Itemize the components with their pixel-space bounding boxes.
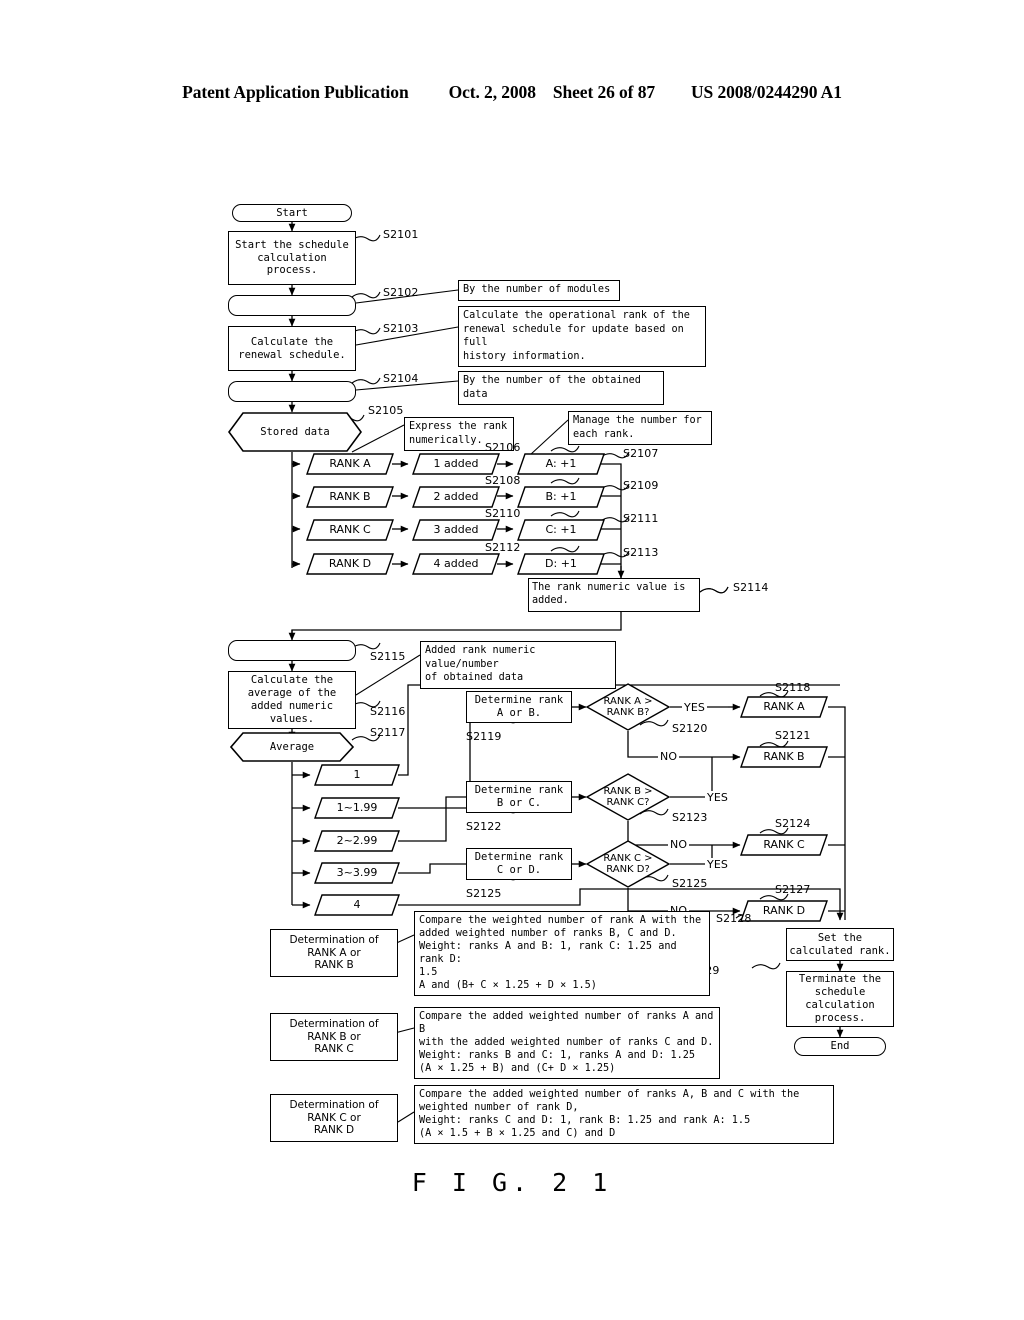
node-average-1: 1 bbox=[314, 764, 400, 786]
step-label-s2118: S2118 bbox=[775, 681, 811, 694]
node-end: End bbox=[794, 1037, 886, 1056]
figure-caption: F I G. 2 1 bbox=[411, 1168, 613, 1197]
note-calculate-operational-rank: Calculate the operational rank of the re… bbox=[458, 306, 706, 368]
step-label-s2125-a: S2125 bbox=[466, 887, 502, 900]
note-compare-ranks-abc-vs-d: Compare the added weighted number of ran… bbox=[414, 1085, 834, 1145]
branch-label-yes-ab: YES bbox=[682, 701, 707, 714]
node-loop-average bbox=[228, 640, 356, 661]
node-output-rank-b: RANK B bbox=[740, 746, 828, 768]
node-average: Average bbox=[230, 732, 354, 762]
step-label-s2113: S2113 bbox=[623, 546, 659, 559]
node-output-rank-a: RANK A bbox=[740, 696, 828, 718]
step-label-s2115: S2115 bbox=[370, 650, 406, 663]
node-1-added: 1 added bbox=[412, 453, 500, 475]
node-counter-c: C: +1 bbox=[517, 519, 605, 541]
node-calculate-renewal-schedule: Calculate the renewal schedule. bbox=[228, 326, 356, 371]
node-output-rank-d: RANK D bbox=[740, 900, 828, 922]
node-set-calculated-rank: Set the calculated rank. bbox=[786, 928, 894, 961]
step-label-s2101: S2101 bbox=[383, 228, 419, 241]
note-manage-number-each-rank: Manage the number for each rank. bbox=[568, 411, 712, 446]
note-determination-rank-c-or-d: Determination of RANK C or RANK D bbox=[270, 1094, 398, 1142]
node-rank-b-input: RANK B bbox=[306, 486, 394, 508]
branch-label-no-ab: NO bbox=[658, 750, 680, 763]
branch-label-no-bc: NO bbox=[668, 838, 690, 851]
decision-rank-b-gt-c: RANK B > RANK C? bbox=[586, 773, 670, 821]
step-label-s2121: S2121 bbox=[775, 729, 811, 742]
node-terminate-schedule-calculation: Terminate the schedule calculation proce… bbox=[786, 971, 894, 1027]
note-added-value-over-obtained-data: Added rank numeric value/number of obtai… bbox=[420, 641, 616, 689]
branch-label-yes-cd: YES bbox=[705, 858, 730, 871]
step-label-s2106: S2106 bbox=[485, 441, 521, 454]
decision-rank-c-gt-d: RANK C > RANK D? bbox=[586, 840, 670, 888]
node-rank-c-input: RANK C bbox=[306, 519, 394, 541]
flowchart-figure: Start Start the schedule calculation pro… bbox=[0, 0, 1024, 1320]
step-label-s2110: S2110 bbox=[485, 507, 521, 520]
note-determination-rank-b-or-c: Determination of RANK B or RANK C bbox=[270, 1013, 398, 1061]
step-label-s2114: S2114 bbox=[733, 581, 769, 594]
step-label-s2125-b: S2125 bbox=[672, 877, 708, 890]
note-determination-rank-a-or-b: Determination of RANK A or RANK B bbox=[270, 929, 398, 977]
step-label-s2111: S2111 bbox=[623, 512, 659, 525]
node-stored-data: Stored data bbox=[228, 412, 362, 452]
step-label-s2123: S2123 bbox=[672, 811, 708, 824]
node-4-added: 4 added bbox=[412, 553, 500, 575]
node-average-3-to-399: 3~3.99 bbox=[314, 862, 400, 884]
step-label-s2102: S2102 bbox=[383, 286, 419, 299]
decision-rank-a-gt-b: RANK A > RANK B? bbox=[586, 683, 670, 731]
node-determine-rank-c-or-d: Determine rank C or D. bbox=[466, 848, 572, 880]
step-label-s2117: S2117 bbox=[370, 726, 406, 739]
node-3-added: 3 added bbox=[412, 519, 500, 541]
node-loop-modules bbox=[228, 295, 356, 316]
step-label-s2116: S2116 bbox=[370, 705, 406, 718]
step-label-s2103: S2103 bbox=[383, 322, 419, 335]
branch-label-yes-bc: YES bbox=[705, 791, 730, 804]
node-average-4: 4 bbox=[314, 894, 400, 916]
node-rank-numeric-value-added: The rank numeric value is added. bbox=[528, 578, 700, 612]
step-label-s2119: S2119 bbox=[466, 730, 502, 743]
note-by-number-of-obtained-data: By the number of the obtained data bbox=[458, 371, 664, 406]
node-2-added: 2 added bbox=[412, 486, 500, 508]
note-compare-ranks-ab-vs-cd: Compare the added weighted number of ran… bbox=[414, 1007, 720, 1080]
note-by-number-of-modules: By the number of modules bbox=[458, 280, 620, 301]
node-loop-obtained-data bbox=[228, 381, 356, 402]
step-label-s2109: S2109 bbox=[623, 479, 659, 492]
step-label-s2112: S2112 bbox=[485, 541, 521, 554]
node-start-schedule-calculation: Start the schedule calculation process. bbox=[228, 231, 356, 285]
node-rank-d-input: RANK D bbox=[306, 553, 394, 575]
step-label-s2128: S2128 bbox=[716, 912, 752, 925]
node-calculate-average: Calculate the average of the added numer… bbox=[228, 671, 356, 729]
node-counter-d: D: +1 bbox=[517, 553, 605, 575]
note-compare-rank-a-weighted: Compare the weighted number of rank A wi… bbox=[414, 911, 710, 997]
node-start: Start bbox=[232, 204, 352, 222]
step-label-s2107: S2107 bbox=[623, 447, 659, 460]
step-label-s2104: S2104 bbox=[383, 372, 419, 385]
node-counter-a: A: +1 bbox=[517, 453, 605, 475]
node-average-2-to-299: 2~2.99 bbox=[314, 830, 400, 852]
node-rank-a-input: RANK A bbox=[306, 453, 394, 475]
step-label-s2122: S2122 bbox=[466, 820, 502, 833]
step-label-s2124: S2124 bbox=[775, 817, 811, 830]
node-determine-rank-b-or-c: Determine rank B or C. bbox=[466, 781, 572, 813]
node-counter-b: B: +1 bbox=[517, 486, 605, 508]
step-label-s2105: S2105 bbox=[368, 404, 404, 417]
node-average-1-to-199: 1~1.99 bbox=[314, 797, 400, 819]
step-label-s2120: S2120 bbox=[672, 722, 708, 735]
step-label-s2108: S2108 bbox=[485, 474, 521, 487]
node-determine-rank-a-or-b: Determine rank A or B. bbox=[466, 691, 572, 723]
step-label-s2127: S2127 bbox=[775, 883, 811, 896]
node-output-rank-c: RANK C bbox=[740, 834, 828, 856]
